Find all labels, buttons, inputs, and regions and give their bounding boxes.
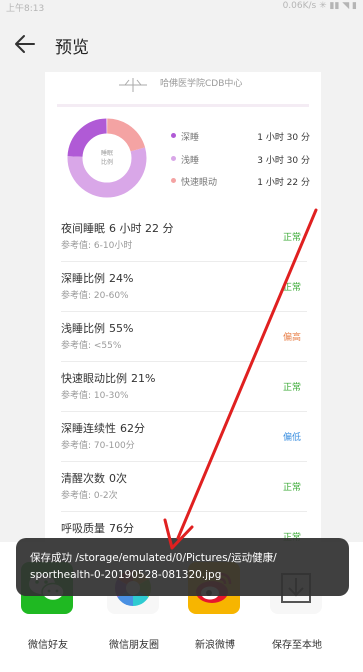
legend-dot	[171, 156, 176, 161]
metric-value: 21%	[131, 372, 156, 385]
legend-name: 浅睡	[181, 156, 200, 166]
metric-rem-ratio: 快速眼动比例 21% 参考值: 10-30% 正常	[61, 362, 307, 412]
metric-title: 深睡比例	[61, 272, 105, 285]
metric-wake-count: 清醒次数 0次 参考值: 0-2次 正常	[61, 462, 307, 512]
legend-deep-sleep: 深睡 1 小时 30 分	[165, 129, 310, 143]
status-bar: 上午8:13 0.06K/s ✳ ▮▮ ◥ ▮	[0, 0, 363, 14]
report-header-text: 哈佛医学院CDB中心	[160, 79, 243, 89]
legend-light-sleep: 浅睡 3 小时 30 分	[165, 152, 310, 166]
metric-title: 快速眼动比例	[61, 372, 127, 385]
metric-title: 深睡连续性	[61, 422, 116, 435]
share-label: 保存至本地	[272, 640, 322, 651]
header-divider	[57, 104, 309, 107]
metric-reference: 参考值: 20-60%	[61, 291, 129, 301]
page-title: 预览	[55, 38, 89, 58]
metric-status: 偏低	[282, 433, 301, 443]
legend-value: 3 小时 30 分	[257, 156, 310, 166]
metric-title: 呼吸质量	[61, 522, 105, 535]
share-label: 微信朋友圈	[109, 640, 159, 651]
sleep-report-card: 哈佛医学院CDB中心 睡眠 比例 深睡 1 小时 30 分 浅睡 3 小时 30…	[45, 72, 321, 542]
metric-reference: 参考值: 0-2次	[61, 491, 118, 501]
share-label: 微信好友	[28, 640, 68, 651]
metric-value: 55%	[109, 322, 134, 335]
donut-center-label-2: 比例	[101, 158, 113, 166]
metric-value: 76分	[109, 522, 134, 535]
metric-value: 24%	[109, 272, 134, 285]
legend-dot	[171, 178, 176, 183]
report-header: 哈佛医学院CDB中心	[45, 72, 321, 107]
legend-dot	[171, 133, 176, 138]
share-label: 新浪微博	[195, 640, 235, 651]
metric-status: 正常	[282, 283, 301, 293]
metric-reference: 参考值: 10-30%	[61, 391, 129, 401]
donut-center-label-1: 睡眠	[101, 149, 113, 157]
metric-reference: 参考值: 70-100分	[61, 441, 135, 451]
toast-line-1: 保存成功 /storage/emulated/0/Pictures/运动健康/	[30, 552, 277, 564]
app-bar: 预览	[0, 14, 363, 72]
legend-value: 1 小时 22 分	[257, 178, 310, 188]
status-indicators: 0.06K/s ✳ ▮▮ ◥ ▮	[282, 1, 357, 11]
legend-rem-sleep: 快速眼动 1 小时 22 分	[165, 174, 310, 188]
legend-value: 1 小时 30 分	[257, 133, 310, 143]
metric-deep-continuity: 深睡连续性 62分 参考值: 70-100分 偏低	[61, 412, 307, 462]
legend-name: 快速眼动	[181, 178, 218, 188]
metric-light-ratio: 浅睡比例 55% 参考值: <55% 偏高	[61, 312, 307, 362]
legend-name: 深睡	[181, 133, 200, 143]
metric-title: 清醒次数	[61, 472, 105, 485]
toast-line-2: sporthealth-0-20190528-081320.jpg	[30, 569, 222, 581]
back-arrow-icon[interactable]	[12, 31, 38, 57]
metric-title: 夜间睡眠	[61, 222, 105, 235]
sleep-ratio-donut: 睡眠 比例	[67, 118, 147, 198]
metric-status: 正常	[282, 233, 301, 243]
metric-title: 浅睡比例	[61, 322, 105, 335]
metric-value: 0次	[109, 472, 127, 485]
save-success-toast: 保存成功 /storage/emulated/0/Pictures/运动健康/ …	[16, 538, 349, 596]
harvard-logo-icon	[119, 78, 147, 92]
metric-status: 偏高	[282, 333, 301, 343]
metric-reference: 参考值: 6-10小时	[61, 241, 133, 251]
metric-value: 6 小时 22 分	[109, 222, 174, 235]
metric-deep-ratio: 深睡比例 24% 参考值: 20-60% 正常	[61, 262, 307, 312]
status-time: 上午8:13	[6, 4, 45, 14]
metric-value: 62分	[120, 422, 145, 435]
metric-reference: 参考值: <55%	[61, 341, 122, 351]
metric-night-sleep: 夜间睡眠 6 小时 22 分 参考值: 6-10小时 正常	[61, 212, 307, 262]
metric-status: 正常	[282, 383, 301, 393]
metric-status: 正常	[282, 483, 301, 493]
